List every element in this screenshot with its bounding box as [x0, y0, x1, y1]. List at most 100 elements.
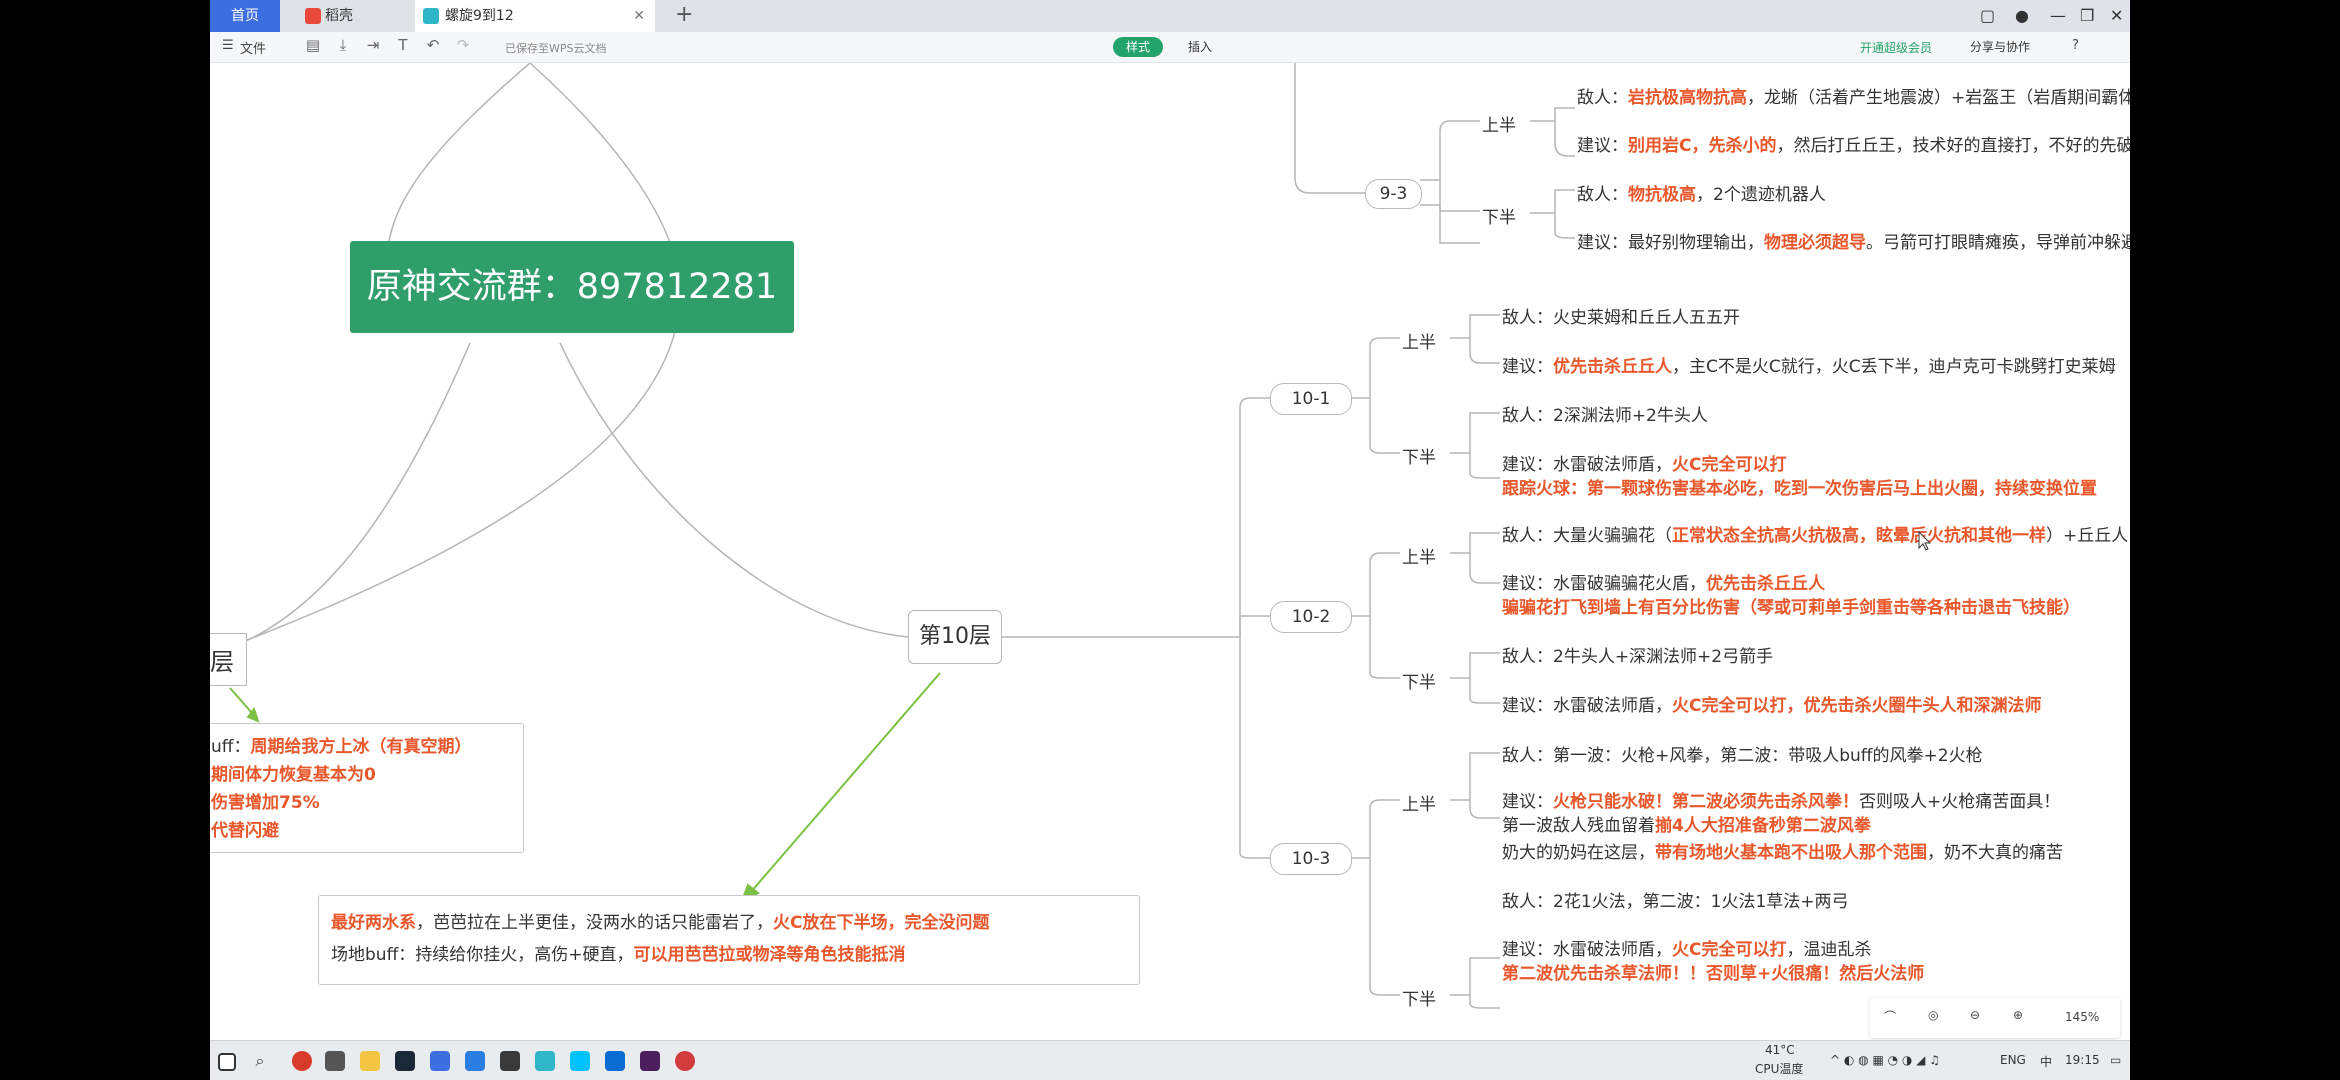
10-1-lower-enemy[interactable]: 敌人：2深渊法师+2牛头人: [1502, 401, 1708, 426]
search-icon[interactable]: ⌕: [250, 1051, 270, 1071]
10-3-upper-enemy[interactable]: 敌人：第一波：火枪+风拳，第二波：带吸人buff的风拳+2火枪: [1502, 741, 1983, 766]
save-icon[interactable]: ▤: [305, 37, 321, 53]
zoom-level[interactable]: 145%: [2065, 1010, 2099, 1024]
premiere-icon[interactable]: [640, 1051, 660, 1071]
app-icon-3[interactable]: [430, 1051, 450, 1071]
menu-icon[interactable]: ☰: [222, 38, 234, 53]
format-painter-icon[interactable]: T: [395, 37, 411, 53]
10-2-upper-enemy[interactable]: 敌人：大量火骗骗花（正常状态全抗高火抗极高，眩晕后火抗和其他一样）+丘丘人: [1502, 521, 2128, 546]
10-3-lower-enemy[interactable]: 敌人：2花1火法，第二波：1火法1草法+两弓: [1502, 887, 1849, 912]
node-10-1-upper[interactable]: 上半: [1402, 328, 1436, 353]
language-indicator[interactable]: ENG: [2000, 1053, 2026, 1067]
app-icon-8[interactable]: [605, 1051, 625, 1071]
avatar[interactable]: ●: [2015, 0, 2029, 32]
steam-icon[interactable]: [395, 1051, 415, 1071]
floor10-note-box[interactable]: 最好两水系，芭芭拉在上半更佳，没两水的话只能雷岩了，火C放在下半场，完全没问题 …: [318, 895, 1140, 985]
notification-icon[interactable]: ▭: [2110, 1053, 2121, 1067]
node-9-3-upper[interactable]: 上半: [1482, 111, 1516, 136]
9-3-lower-tip[interactable]: 建议：最好别物理输出，物理必须超导。弓箭可打眼睛瘫痪，导弹前冲躲避: [1577, 228, 2130, 253]
close-icon[interactable]: ✕: [633, 0, 645, 32]
10-3-upper-tip[interactable]: 建议：火枪只能水破！第二波必须先击杀风拳！否则吸人+火枪痛苦面具！: [1502, 787, 2060, 812]
zoom-out-icon[interactable]: ⊖: [1970, 1008, 1980, 1022]
mindmap-canvas[interactable]: 原神交流群：897812281 层 第10层 uff：周期给我方上冰（有真空期）…: [210, 63, 2130, 1040]
start-icon[interactable]: [218, 1053, 236, 1071]
help-icon[interactable]: ?: [2072, 38, 2079, 53]
node-10-2[interactable]: 10-2: [1270, 601, 1352, 633]
plain-text: 第一波敌人残血留着: [1502, 816, 1655, 836]
insert-button[interactable]: 插入: [1188, 38, 1212, 55]
10-3-upper-tip-3[interactable]: 奶大的奶妈在这层，带有场地火基本跑不出吸人那个范围，奶不大真的痛苦: [1502, 838, 2063, 863]
tab-list-icon[interactable]: ▢: [1980, 0, 1995, 32]
node-10-3-upper[interactable]: 上半: [1402, 790, 1436, 815]
zoom-in-icon[interactable]: ⊕: [2013, 1008, 2023, 1022]
undo-icon[interactable]: ↶: [425, 37, 441, 53]
10-2-upper-tip[interactable]: 建议：水雷破骗骗花火盾，优先击杀丘丘人: [1502, 569, 1825, 594]
tab-active-doc[interactable]: 螺旋9到12 ✕: [415, 0, 655, 32]
9-3-upper-tip[interactable]: 建议：别用岩C，先杀小的，然后打丘丘王，技术好的直接打，不好的先破岩盾，攻击闪避…: [1577, 131, 2130, 156]
9-3-upper-enemy[interactable]: 敌人：岩抗极高物抗高，龙蜥（活着产生地震波）+岩盔王（岩盾期间霸体+狂暴）: [1577, 83, 2130, 108]
style-button[interactable]: 样式: [1113, 37, 1163, 57]
qq-group-banner[interactable]: 原神交流群：897812281: [350, 241, 794, 333]
app-icon-9[interactable]: [675, 1051, 695, 1071]
app-icon-7[interactable]: [570, 1051, 590, 1071]
plain-text: 奶大的奶妈在这层，: [1502, 843, 1655, 863]
9-3-lower-enemy[interactable]: 敌人：物抗极高，2个遗迹机器人: [1577, 180, 1826, 205]
app-icon-1[interactable]: [292, 1051, 312, 1071]
app-window: 首页 稻壳 螺旋9到12 ✕ + ▢ ● — ❐ ✕ ☰ 文件 ▤ ⤓ ⇥ T …: [210, 0, 2130, 1080]
node-10-3[interactable]: 10-3: [1270, 843, 1352, 875]
close-window-icon[interactable]: ✕: [2110, 0, 2123, 32]
10-1-upper-tip[interactable]: 建议：优先击杀丘丘人，主C不是火C就行，火C丢下半，迪卢克可卡跳劈打史莱姆: [1502, 352, 2116, 377]
plain-text: 建议：水雷破法师盾，: [1502, 696, 1672, 716]
vip-link[interactable]: 开通超级会员: [1860, 39, 1932, 56]
note-line-2: 场地buff：持续给你挂火，高伤+硬直，可以用芭芭拉或物泽等角色技能抵消: [331, 940, 906, 965]
share-button[interactable]: 分享与协作: [1970, 38, 2030, 55]
fit-icon[interactable]: ⌒: [1884, 1008, 1896, 1025]
plain-text: ，奶不大真的痛苦: [1927, 843, 2063, 863]
plain-text: 敌人：: [1577, 88, 1628, 108]
left-box-line-3: 伤害增加75%: [211, 788, 320, 813]
10-2-lower-tip[interactable]: 建议：水雷破法师盾，火C完全可以打，优先击杀火圈牛头人和深渊法师: [1502, 691, 2041, 716]
redo-icon[interactable]: ↷: [455, 37, 471, 53]
app-icon-6[interactable]: [535, 1051, 555, 1071]
10-2-lower-enemy[interactable]: 敌人：2牛头人+深渊法师+2弓箭手: [1502, 642, 1773, 667]
new-tab-button[interactable]: +: [675, 0, 693, 30]
10-3-upper-tip-2[interactable]: 第一波敌人残血留着揃4人大招准备秒第二波风拳: [1502, 811, 1871, 836]
tray-icons[interactable]: ^ ◐ ◍ ▦ ◔ ◑ ◢ ♫: [1830, 1053, 1940, 1067]
10-1-lower-tip[interactable]: 建议：水雷破法师盾，火C完全可以打: [1502, 450, 1786, 475]
floor-10-node[interactable]: 第10层: [908, 610, 1002, 664]
folder-icon[interactable]: [360, 1051, 380, 1071]
10-2-upper-tip-2[interactable]: 骗骗花打飞到墙上有百分比伤害（琴或可莉单手剑重击等各种击退击飞技能）: [1502, 593, 2080, 618]
plain-text: ，然后打丘丘王，技术好的直接打，不好的先破岩盾，攻击闪避到他后方: [1776, 136, 2130, 156]
node-10-1[interactable]: 10-1: [1270, 383, 1352, 415]
restore-icon[interactable]: ❐: [2080, 0, 2094, 32]
node-10-2-upper[interactable]: 上半: [1402, 543, 1436, 568]
app-icon-4[interactable]: [465, 1051, 485, 1071]
10-3-lower-tip-2[interactable]: 第二波优先击杀草法师！！否则草+火很痛！然后火法师: [1502, 959, 1924, 984]
app-icon-2[interactable]: [325, 1051, 345, 1071]
highlight-text: 骗骗花打飞到墙上有百分比伤害（琴或可莉单手剑重击等各种击退击飞技能）: [1502, 598, 2080, 618]
node-9-3[interactable]: 9-3: [1365, 179, 1422, 209]
file-menu[interactable]: 文件: [240, 38, 266, 57]
highlight-text: 代替闪避: [211, 821, 279, 841]
left-node-fragment[interactable]: 层: [210, 633, 247, 686]
highlight-text: 别用岩C，先杀小的: [1628, 136, 1777, 156]
plain-text: uff：: [211, 737, 251, 757]
node-10-3-lower[interactable]: 下半: [1402, 985, 1436, 1010]
node-10-1-lower[interactable]: 下半: [1402, 443, 1436, 468]
download-icon[interactable]: ⤓: [335, 37, 351, 53]
center-icon[interactable]: ◎: [1928, 1008, 1938, 1022]
10-1-upper-enemy[interactable]: 敌人：火史莱姆和丘丘人五五开: [1502, 303, 1740, 328]
tab-home[interactable]: 首页: [210, 0, 280, 32]
clock[interactable]: 19:15: [2065, 1053, 2100, 1067]
tab-docer[interactable]: 稻壳: [297, 0, 427, 32]
export-icon[interactable]: ⇥: [365, 37, 381, 53]
10-3-lower-tip[interactable]: 建议：水雷破法师盾，火C完全可以打，温迪乱杀: [1502, 935, 1871, 960]
mouse-cursor-icon: [1918, 531, 1932, 551]
left-buff-box[interactable]: uff：周期给我方上冰（有真空期） 期间体力恢复基本为0 伤害增加75% 代替闪…: [210, 723, 524, 853]
node-10-2-lower[interactable]: 下半: [1402, 668, 1436, 693]
node-9-3-lower[interactable]: 下半: [1482, 203, 1516, 228]
app-icon-5[interactable]: [500, 1051, 520, 1071]
minimize-icon[interactable]: —: [2050, 0, 2066, 32]
10-1-lower-tip-2[interactable]: 跟踪火球：第一颗球伤害基本必吃，吃到一次伤害后马上出火圈，持续变换位置: [1502, 474, 2097, 499]
ime-icon[interactable]: 中: [2040, 1053, 2052, 1070]
